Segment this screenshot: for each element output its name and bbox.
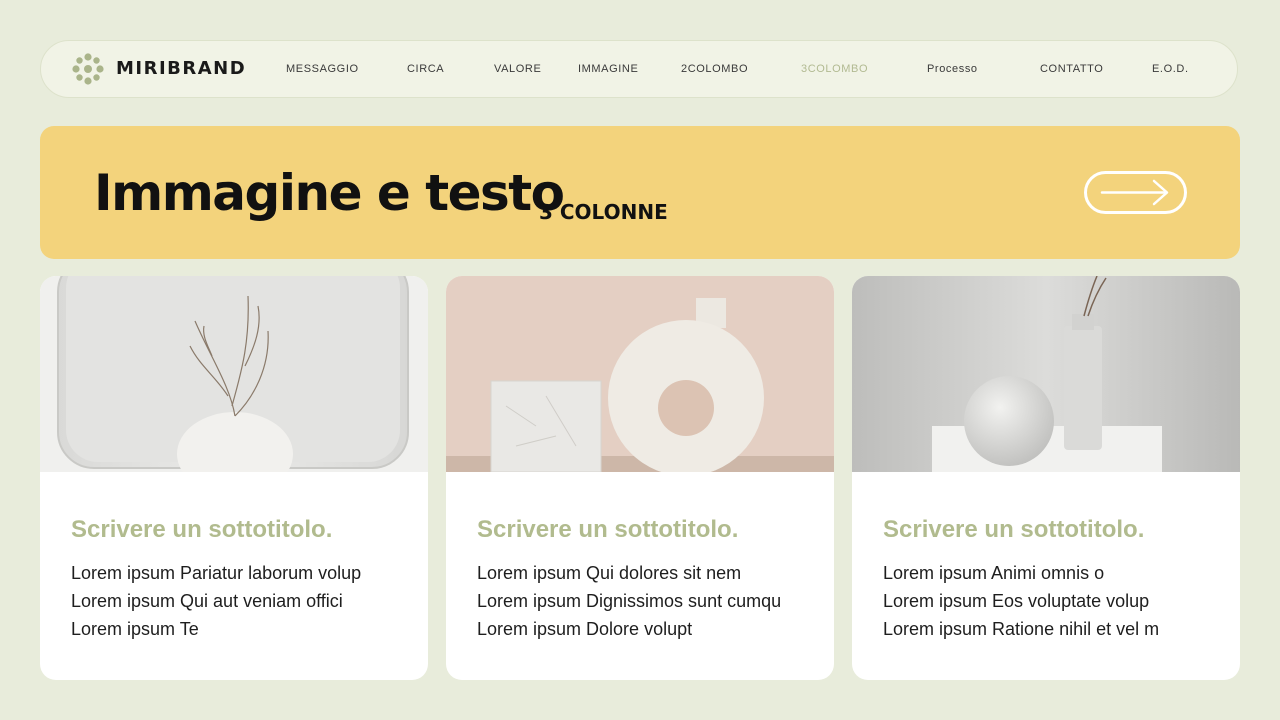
card-text-line: Lorem ipsum Qui dolores sit nem (477, 563, 742, 583)
card-subtitle: Scrivere un sottotitolo. (883, 516, 1145, 543)
flower-dots-icon[interactable] (71, 52, 105, 86)
card-text-line: Lorem ipsum Animi omnis o (883, 563, 1105, 583)
card-text-line: Lorem ipsum Eos voluptate volup (883, 591, 1150, 611)
card-subtitle: Scrivere un sottotitolo. (477, 516, 739, 543)
nav-item-contatto[interactable]: CONTATTO (1040, 63, 1103, 75)
hero-banner: Immagine e testo 3 COLONNE (40, 126, 1240, 259)
arrow-right-icon[interactable] (1084, 171, 1187, 214)
page-subtitle: 3 COLONNE (539, 200, 668, 224)
content-card: Scrivere un sottotitolo. Lorem ipsum Par… (40, 276, 428, 680)
content-card: Scrivere un sottotitolo. Lorem ipsum Ani… (852, 276, 1240, 680)
vase-with-branches-photo (40, 276, 428, 472)
card-text-line: Lorem ipsum Ratione nihil et vel m (883, 619, 1160, 639)
nav-item-2colombo[interactable]: 2COLOMBO (681, 63, 748, 75)
nav-item-3colombo[interactable]: 3COLOMBO (801, 63, 868, 75)
ring-vase-and-cube-photo (446, 276, 834, 472)
nav-item-eod[interactable]: E.O.D. (1152, 63, 1189, 75)
page-title: Immagine e testo (94, 164, 565, 222)
card-text-line: Lorem ipsum Te (71, 619, 199, 639)
card-text-line: Lorem ipsum Dolore volupt (477, 619, 693, 639)
card-text-line: Lorem ipsum Qui aut veniam offici (71, 591, 343, 611)
sphere-and-bottle-photo (852, 276, 1240, 472)
brand-name[interactable]: MIRIBRAND (116, 58, 246, 79)
nav-item-valore[interactable]: VALORE (494, 63, 541, 75)
nav-item-circa[interactable]: CIRCA (407, 63, 444, 75)
card-text-line: Lorem ipsum Pariatur laborum volup (71, 563, 362, 583)
card-subtitle: Scrivere un sottotitolo. (71, 516, 333, 543)
nav-item-processo[interactable]: Processo (927, 63, 978, 75)
nav-item-immagine[interactable]: IMMAGINE (578, 63, 638, 75)
card-text-line: Lorem ipsum Dignissimos sunt cumqu (477, 591, 782, 611)
top-navigation: MIRIBRAND MESSAGGIO CIRCA VALORE IMMAGIN… (40, 40, 1238, 98)
nav-item-messaggio[interactable]: MESSAGGIO (286, 63, 359, 75)
content-card: Scrivere un sottotitolo. Lorem ipsum Qui… (446, 276, 834, 680)
